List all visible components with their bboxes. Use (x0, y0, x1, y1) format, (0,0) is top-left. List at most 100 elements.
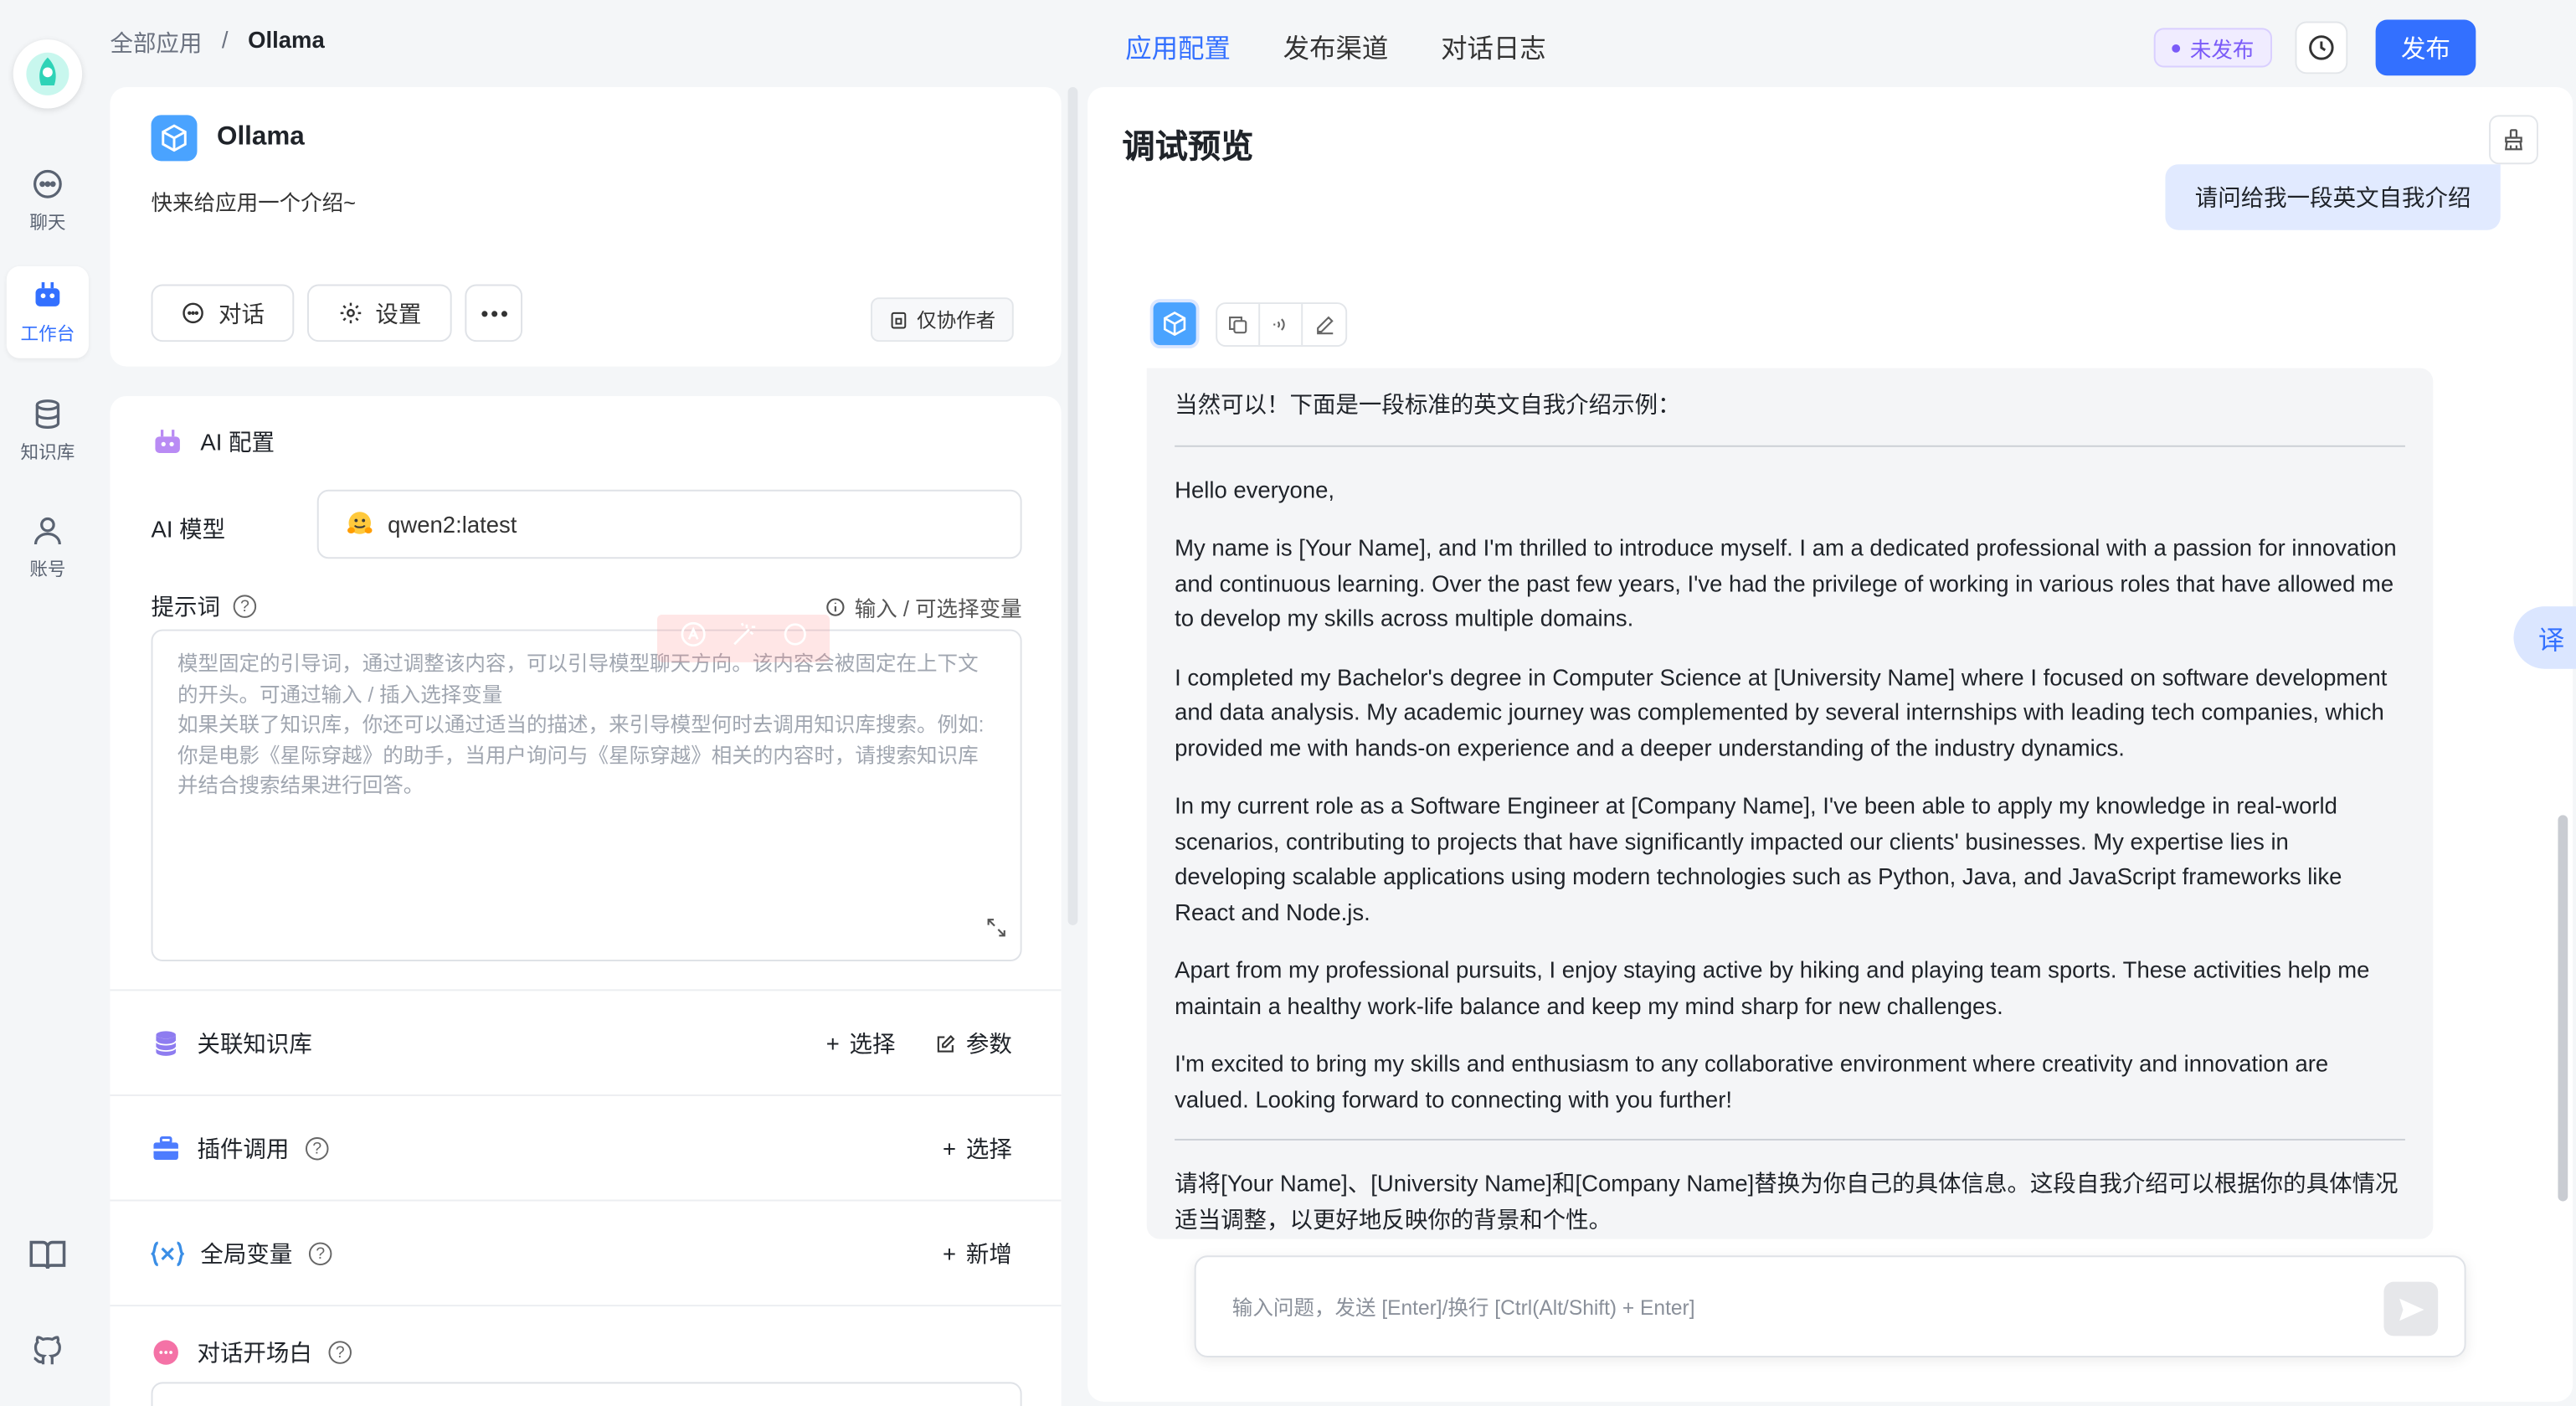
kb-params-label: 参数 (965, 1030, 1012, 1057)
rail-item-label: 知识库 (20, 443, 75, 464)
help-icon[interactable]: ? (308, 1242, 332, 1266)
breadcrumb-current: Ollama (248, 26, 325, 53)
ai-assist-toolbar (656, 614, 830, 662)
prompt-placeholder: 模型固定的引导词，通过调整该内容，可以引导模型聊天方向。该内容会被固定在上下文的… (177, 652, 985, 797)
opener-textarea[interactable] (151, 1382, 1022, 1406)
copy-icon[interactable] (1217, 304, 1261, 346)
knowledge-base-label: 关联知识库 (197, 1030, 312, 1057)
variable-icon (151, 1241, 184, 1267)
collaborator-only-label: 仅协作者 (917, 308, 996, 332)
translate-button[interactable]: 译 (2513, 606, 2576, 669)
global-variables-section: 全局变量 ? + 新增 (110, 1199, 1062, 1306)
rail-item-label: 聊天 (29, 214, 66, 234)
opener-section: 对话开场白 ? (110, 1305, 1062, 1406)
plugin-section: 插件调用 ? + 选择 (110, 1094, 1062, 1200)
clear-chat-button[interactable] (2489, 115, 2538, 165)
chat-input[interactable] (1231, 1290, 2350, 1326)
tab-bar: 应用配置 发布渠道 对话日志 (1125, 26, 1545, 65)
help-icon[interactable]: ? (328, 1341, 352, 1364)
plus-icon: + (943, 1136, 957, 1162)
magic-wand-icon[interactable] (728, 620, 758, 657)
cube-icon (151, 115, 198, 162)
plugin-label: 插件调用 (197, 1136, 290, 1162)
search-icon[interactable] (779, 620, 809, 657)
user-message: 请问给我一段英文自我介绍 (2165, 164, 2501, 230)
debug-preview-panel: 调试预览 请问给我一段英文自我介绍 当然可以！下面是一段标准的英文自我介绍示例：… (1087, 87, 2573, 1402)
rail-item-knowledge[interactable]: 知识库 (7, 384, 89, 476)
tab-publish-channels[interactable]: 发布渠道 (1283, 26, 1389, 65)
model-label: AI 模型 (151, 516, 226, 543)
clock-icon (2309, 35, 2334, 60)
bot-outro: 请将[Your Name]、[University Name]和[Company… (1175, 1170, 2399, 1232)
status-badge: 未发布 (2153, 28, 2273, 68)
expand-icon[interactable] (985, 916, 1007, 946)
knowledge-base-section: 关联知识库 + 选择 参数 (110, 989, 1062, 1094)
rail-item-label: 账号 (29, 560, 66, 580)
bot-paragraph: My name is [Your Name], and I'm thrilled… (1175, 533, 2397, 631)
divider (1175, 1138, 2405, 1141)
publish-button[interactable]: 发布 (2375, 19, 2476, 76)
app-description[interactable]: 快来给应用一个介绍~ (152, 186, 357, 217)
prompt-textarea[interactable]: 模型固定的引导词，通过调整该内容，可以引导模型聊天方向。该内容会被固定在上下文的… (151, 629, 1022, 962)
collaborator-only-tag[interactable]: 仅协作者 (871, 297, 1014, 342)
robot-icon (35, 282, 60, 306)
rail-item-chat[interactable]: 聊天 (7, 154, 89, 246)
bot-avatar (1149, 299, 1200, 349)
prompt-variable-hint-text: 输入 / 可选择变量 (854, 596, 1022, 621)
broom-icon (2505, 129, 2522, 151)
rail-item-account[interactable]: 账号 (7, 502, 89, 594)
tab-chat-logs[interactable]: 对话日志 (1441, 26, 1546, 65)
help-icon[interactable]: ? (306, 1136, 329, 1161)
help-icon[interactable]: ? (233, 595, 257, 618)
book-icon[interactable] (26, 1234, 69, 1277)
history-button[interactable] (2295, 21, 2348, 75)
rail-item-workbench[interactable]: 工作台 (6, 265, 89, 358)
nav-rail: 聊天 工作台 知识库 账号 (0, 0, 95, 1406)
model-select[interactable]: qwen2:latest (316, 489, 1022, 559)
more-icon (481, 310, 507, 317)
bot-intro: 当然可以！下面是一段标准的英文自我介绍示例： (1175, 391, 1681, 418)
prompt-label: 提示词 ? (152, 590, 257, 623)
tab-app-config[interactable]: 应用配置 (1125, 26, 1231, 65)
knowledge-base-params-button[interactable]: 参数 (935, 1027, 1012, 1060)
knowledge-base-select-button[interactable]: + 选择 (826, 1027, 896, 1060)
send-button[interactable] (2383, 1281, 2439, 1336)
ai-icon[interactable] (677, 620, 707, 657)
settings-button-label: 设置 (375, 300, 422, 327)
bot-message: 当然可以！下面是一段标准的英文自我介绍示例： Hello everyone, M… (1146, 368, 2434, 1239)
toolbox-icon (153, 1136, 178, 1160)
plus-icon: + (943, 1240, 957, 1268)
settings-button[interactable]: 设置 (306, 284, 452, 342)
global-variables-add-button[interactable]: + 新增 (943, 1238, 1012, 1270)
database-icon (35, 399, 60, 429)
preview-scrollbar[interactable] (2558, 815, 2568, 1202)
kb-select-label: 选择 (849, 1030, 896, 1057)
edit-icon[interactable] (1303, 304, 1345, 345)
user-icon (33, 517, 61, 545)
bot-paragraph: Apart from my professional pursuits, I e… (1175, 956, 2370, 1018)
app-name: Ollama (217, 123, 305, 152)
chat-bubble-icon (153, 1340, 178, 1365)
gear-icon (339, 302, 361, 324)
global-variables-label: 全局变量 (200, 1240, 293, 1268)
more-button[interactable] (465, 284, 523, 342)
breadcrumb-root[interactable]: 全部应用 (110, 26, 202, 59)
message-toolbar (1216, 302, 1348, 348)
breadcrumb-separator: / (221, 26, 229, 53)
github-icon[interactable] (26, 1330, 69, 1373)
edit-icon (937, 1034, 955, 1052)
prompt-label-text: 提示词 (151, 593, 220, 620)
app-logo[interactable] (13, 39, 83, 109)
divider (1175, 444, 2405, 446)
plugin-select-button[interactable]: + 选择 (943, 1132, 1012, 1165)
chat-button[interactable]: 对话 (151, 284, 295, 342)
rail-item-label: 工作台 (20, 325, 75, 346)
ai-config-panel: AI 配置 AI 模型 qwen2:latest 提示词 ? 输入 / 可选择变… (110, 395, 1062, 1406)
plus-icon: + (825, 1030, 840, 1057)
app-info-card: Ollama 快来给应用一个介绍~ 对话 设置 仅协作者 (110, 87, 1062, 367)
prompt-variable-hint: 输入 / 可选择变量 (825, 591, 1022, 622)
panel-scrollbar[interactable] (1067, 87, 1078, 925)
ai-config-title-label: AI 配置 (200, 429, 275, 456)
lock-icon (891, 311, 907, 328)
speaker-icon[interactable] (1260, 304, 1303, 346)
